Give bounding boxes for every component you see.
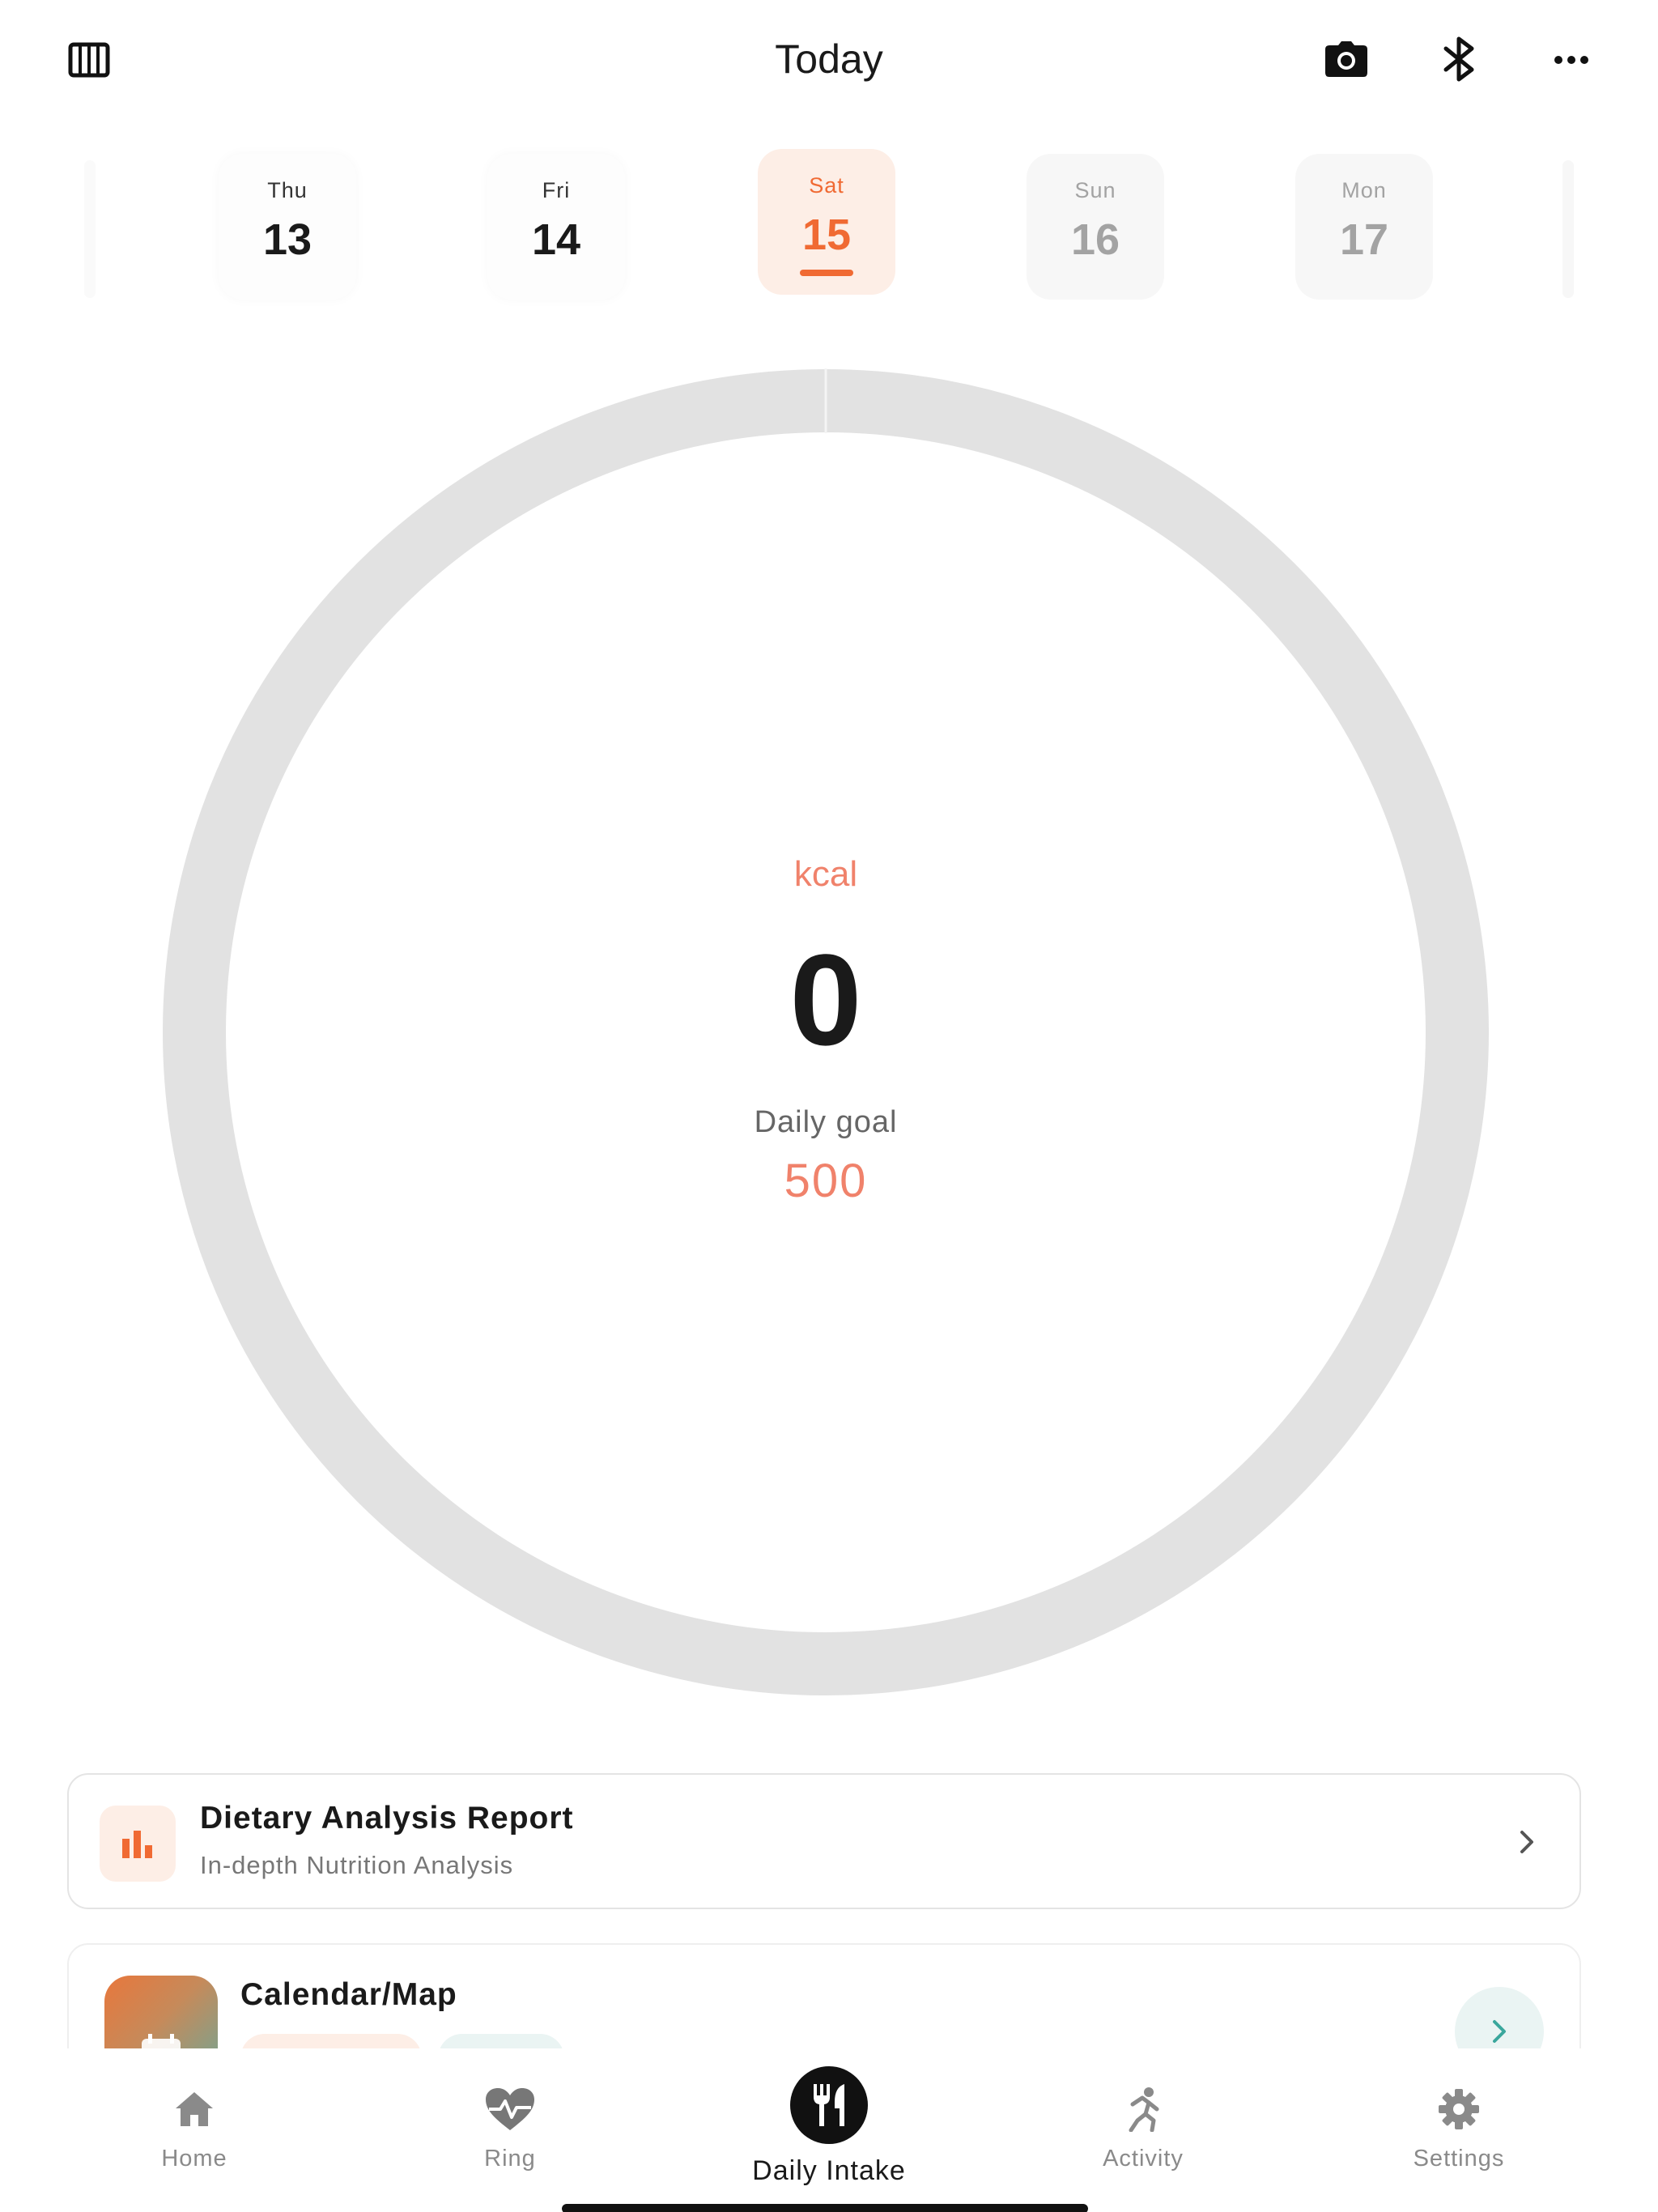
bluetooth-icon[interactable] <box>1433 32 1486 86</box>
ring-center: kcal 0 Daily goal 500 <box>162 368 1490 1696</box>
gear-icon <box>1337 2081 1580 2138</box>
daily-goal-label: Daily goal <box>754 1105 898 1139</box>
camera-icon[interactable] <box>1320 32 1373 86</box>
date-day: 16 <box>1070 215 1120 264</box>
calorie-ring: kcal 0 Daily goal 500 <box>162 368 1490 1696</box>
fork-knife-icon <box>790 2066 868 2144</box>
tab-daily-intake[interactable]: Daily Intake <box>708 2048 950 2210</box>
date-day: 14 <box>531 215 581 264</box>
card-title: Calendar/Map <box>240 1977 457 2012</box>
page-title: Today <box>775 36 883 82</box>
date-item[interactable]: Thu 13 <box>219 154 356 300</box>
chevron-right-icon <box>1507 1822 1547 1862</box>
card-subtitle: In-depth Nutrition Analysis <box>200 1851 514 1879</box>
date-item[interactable]: Mon 17 <box>1295 154 1433 300</box>
date-weekday: Fri <box>542 178 571 202</box>
selected-indicator <box>800 270 853 276</box>
date-card-edge-left <box>84 160 96 298</box>
date-item-selected[interactable]: Sat 15 <box>758 149 895 295</box>
date-day: 15 <box>801 211 852 259</box>
more-icon[interactable] <box>1545 36 1598 84</box>
tab-active-indicator <box>708 2065 950 2146</box>
dietary-report-card[interactable]: Dietary Analysis Report In-depth Nutriti… <box>67 1773 1581 1909</box>
date-day: 17 <box>1339 215 1389 264</box>
date-card-edge-right <box>1562 160 1574 298</box>
date-weekday: Thu <box>267 178 308 202</box>
tab-label: Activity <box>1103 2146 1184 2172</box>
card-title: Dietary Analysis Report <box>200 1801 574 1836</box>
running-icon <box>1022 2081 1265 2138</box>
tab-home[interactable]: Home <box>73 2048 316 2210</box>
home-icon <box>73 2081 316 2138</box>
heart-pulse-icon <box>389 2081 631 2138</box>
tab-label: Ring <box>484 2146 536 2172</box>
tab-activity[interactable]: Activity <box>1022 2048 1265 2210</box>
top-bar: Today <box>0 0 1658 121</box>
date-item[interactable]: Sun 16 <box>1027 154 1164 300</box>
date-weekday: Sat <box>809 173 844 198</box>
tab-settings[interactable]: Settings <box>1337 2048 1580 2210</box>
kcal-value: 0 <box>789 927 862 1072</box>
tab-label: Daily Intake <box>752 2155 906 2186</box>
date-weekday: Sun <box>1074 178 1116 202</box>
kcal-unit: kcal <box>793 854 858 894</box>
tab-bar: Home Ring Daily Intake Activity Settings <box>0 2048 1658 2212</box>
tab-label: Settings <box>1413 2146 1505 2172</box>
bar-chart-icon <box>100 1806 176 1882</box>
date-day: 13 <box>262 215 312 264</box>
date-selector: Thu 13 Fri 14 Sat 15 Sun 16 Mon 17 <box>0 149 1658 308</box>
tab-ring[interactable]: Ring <box>389 2048 631 2210</box>
daily-intake-screen: Today Thu 13 Fri 14 Sat 15 Sun 16 Mon 17… <box>0 0 1658 2212</box>
tab-label: Home <box>161 2146 227 2172</box>
daily-goal-value: 500 <box>784 1155 868 1207</box>
date-weekday: Mon <box>1341 178 1387 202</box>
home-indicator <box>562 2204 1088 2212</box>
date-item[interactable]: Fri 14 <box>487 154 625 300</box>
